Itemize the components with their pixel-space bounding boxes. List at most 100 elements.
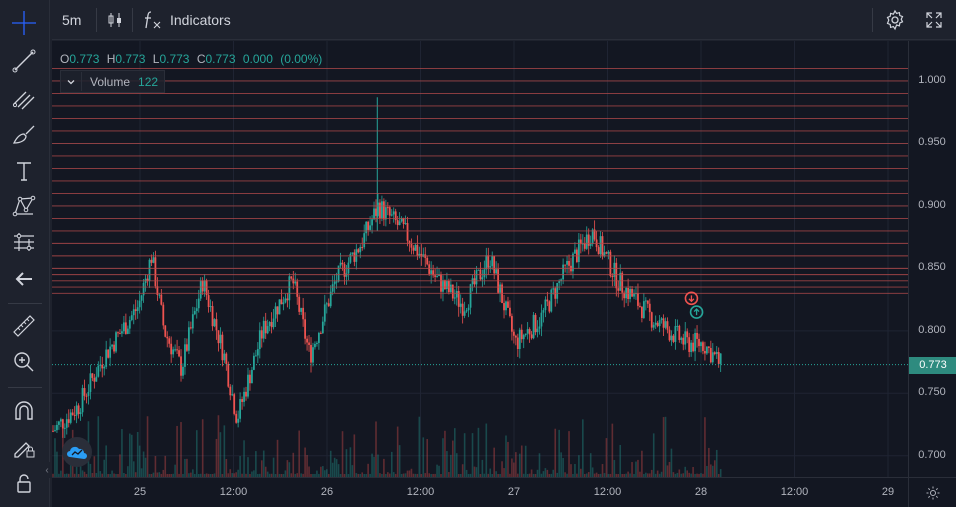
volume-bar bbox=[142, 451, 145, 477]
candle-body bbox=[473, 278, 476, 285]
candle-body bbox=[381, 201, 383, 219]
candle-body bbox=[211, 306, 214, 327]
candle-body bbox=[556, 282, 559, 299]
volume-bar bbox=[708, 447, 710, 477]
arrow-left-icon bbox=[15, 272, 32, 286]
lock-drawings-tool[interactable] bbox=[7, 430, 41, 464]
drawing-toolbar bbox=[0, 0, 50, 507]
fib-tool[interactable] bbox=[7, 81, 41, 115]
trend-line-tool[interactable] bbox=[7, 44, 41, 78]
candle-body bbox=[392, 211, 395, 215]
candle-body bbox=[388, 207, 391, 216]
volume-bar bbox=[706, 465, 708, 477]
candle-body bbox=[664, 321, 667, 328]
candle-body bbox=[270, 321, 273, 328]
chart-pane[interactable]: O0.773 H0.773 L0.773 C0.773 0.000 (0.00%… bbox=[52, 41, 908, 477]
candle-body bbox=[111, 344, 113, 347]
candle-body bbox=[542, 310, 545, 313]
candles-icon bbox=[108, 13, 121, 27]
candle-body bbox=[63, 427, 66, 429]
ruler-icon bbox=[13, 315, 35, 337]
candle-body bbox=[449, 284, 452, 293]
candle-body bbox=[436, 275, 438, 277]
candle-body bbox=[587, 234, 590, 246]
lock-icon bbox=[17, 474, 31, 493]
candle-body bbox=[715, 351, 718, 355]
magnet-tool[interactable] bbox=[7, 394, 41, 428]
lock-all-tool[interactable] bbox=[7, 466, 41, 500]
candle-body bbox=[404, 223, 407, 225]
candle-body bbox=[495, 269, 498, 274]
axis-settings-button[interactable] bbox=[908, 477, 956, 507]
price-axis[interactable]: 1.000 0.950 0.900 0.850 0.800 0.750 0.700 0.77… bbox=[908, 41, 956, 477]
candle-body bbox=[390, 214, 393, 216]
candle-body bbox=[548, 301, 551, 312]
volume-bar bbox=[538, 453, 541, 477]
candle-body bbox=[398, 221, 401, 226]
volume-bar bbox=[613, 460, 616, 477]
chart-type-button[interactable] bbox=[104, 0, 126, 40]
candle-body bbox=[705, 346, 708, 354]
volume-bar bbox=[558, 429, 560, 477]
pattern-tool[interactable] bbox=[7, 189, 41, 223]
volume-bar bbox=[286, 460, 289, 477]
candle-body bbox=[294, 281, 297, 284]
candle-body bbox=[566, 260, 568, 265]
volume-bar bbox=[272, 457, 275, 477]
volume-bar bbox=[631, 462, 633, 477]
brush-tool[interactable] bbox=[7, 117, 41, 151]
collapse-legend-button[interactable] bbox=[61, 72, 82, 91]
candle-body bbox=[359, 247, 362, 253]
candle-body bbox=[182, 366, 184, 376]
volume-legend: Volume 122 bbox=[60, 70, 166, 93]
candle-body bbox=[184, 344, 186, 367]
volume-bar bbox=[446, 451, 448, 477]
volume-bar bbox=[513, 462, 515, 477]
candle-body bbox=[467, 307, 470, 311]
candle-body bbox=[524, 333, 527, 336]
candle-body bbox=[288, 276, 291, 301]
time-tick-label: 12:00 bbox=[406, 486, 435, 498]
time-axis[interactable]: 25 12:00 26 12:00 27 12:00 28 12:00 29 bbox=[52, 477, 908, 507]
candle-body bbox=[107, 349, 110, 358]
candle-body bbox=[672, 335, 675, 342]
candle-body bbox=[304, 319, 307, 339]
collapse-toolbar-handle[interactable]: ‹ bbox=[42, 462, 52, 478]
candle-body bbox=[416, 244, 419, 256]
volume-bar bbox=[144, 457, 147, 477]
candle-body bbox=[298, 296, 301, 312]
crosshair-tool[interactable] bbox=[7, 6, 41, 40]
candle-body bbox=[69, 412, 72, 423]
candle-body bbox=[205, 280, 208, 296]
text-tool[interactable] bbox=[7, 154, 41, 188]
candle-body bbox=[514, 335, 517, 338]
volume-bar bbox=[239, 456, 241, 477]
volume-bar bbox=[341, 431, 344, 477]
settings-button[interactable] bbox=[884, 0, 906, 40]
candle-body bbox=[670, 335, 673, 341]
volume-bar bbox=[591, 467, 594, 477]
volume-bar bbox=[670, 448, 673, 477]
candle-body bbox=[79, 412, 82, 415]
interval-button[interactable]: 5m bbox=[62, 0, 81, 40]
volume-bar bbox=[129, 433, 131, 477]
prediction-tool[interactable] bbox=[7, 225, 41, 259]
volume-bar bbox=[308, 466, 310, 477]
volume-bar bbox=[353, 434, 356, 477]
zoom-tool[interactable] bbox=[7, 345, 41, 379]
volume-bar bbox=[453, 428, 456, 477]
price-chart[interactable] bbox=[52, 41, 908, 477]
candle-body bbox=[601, 236, 604, 257]
trading-chart-app: 5m Indicators O0.773 H0.773 L0.773 C0.77… bbox=[0, 0, 956, 507]
candle-body bbox=[121, 331, 123, 334]
indicators-button[interactable]: Indicators bbox=[142, 0, 231, 40]
magnet-icon bbox=[15, 401, 33, 420]
candle-body bbox=[341, 262, 344, 265]
candle-body bbox=[103, 366, 106, 369]
fullscreen-button[interactable] bbox=[924, 0, 944, 40]
back-tool[interactable] bbox=[7, 262, 41, 296]
tradingview-logo[interactable] bbox=[62, 437, 92, 467]
ruler-tool[interactable] bbox=[7, 309, 41, 343]
volume-bar bbox=[511, 458, 513, 477]
volume-bar bbox=[105, 445, 107, 477]
